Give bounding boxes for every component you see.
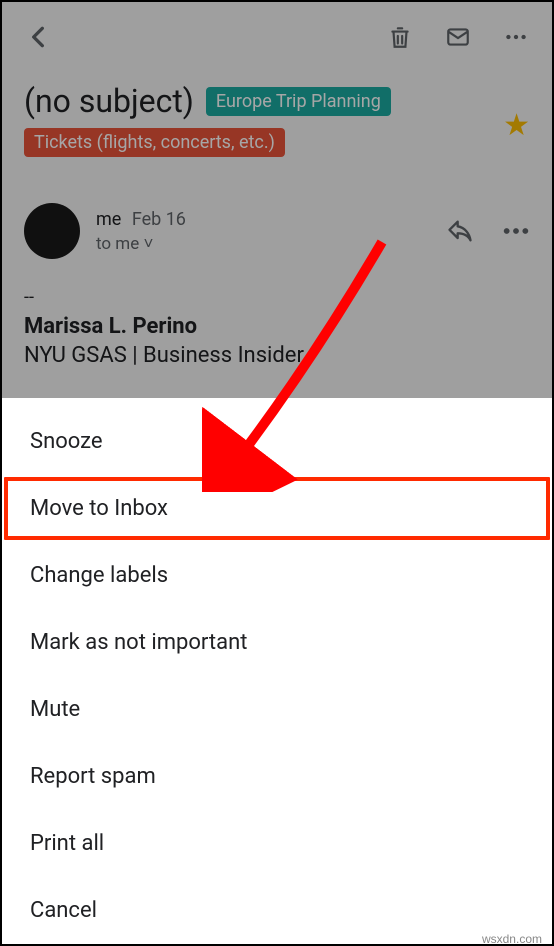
sheet-item-snooze[interactable]: Snooze (2, 408, 552, 475)
sheet-item-mark-not-important[interactable]: Mark as not important (2, 609, 552, 676)
sheet-item-cancel[interactable]: Cancel (2, 877, 552, 944)
action-sheet: Snooze Move to Inbox Change labels Mark … (2, 398, 552, 944)
sheet-item-change-labels[interactable]: Change labels (2, 542, 552, 609)
sheet-item-mute[interactable]: Mute (2, 676, 552, 743)
sheet-item-print-all[interactable]: Print all (2, 810, 552, 877)
sheet-item-report-spam[interactable]: Report spam (2, 743, 552, 810)
source-watermark: wsxdn.com (482, 932, 542, 946)
sheet-item-move-to-inbox[interactable]: Move to Inbox (2, 475, 552, 542)
